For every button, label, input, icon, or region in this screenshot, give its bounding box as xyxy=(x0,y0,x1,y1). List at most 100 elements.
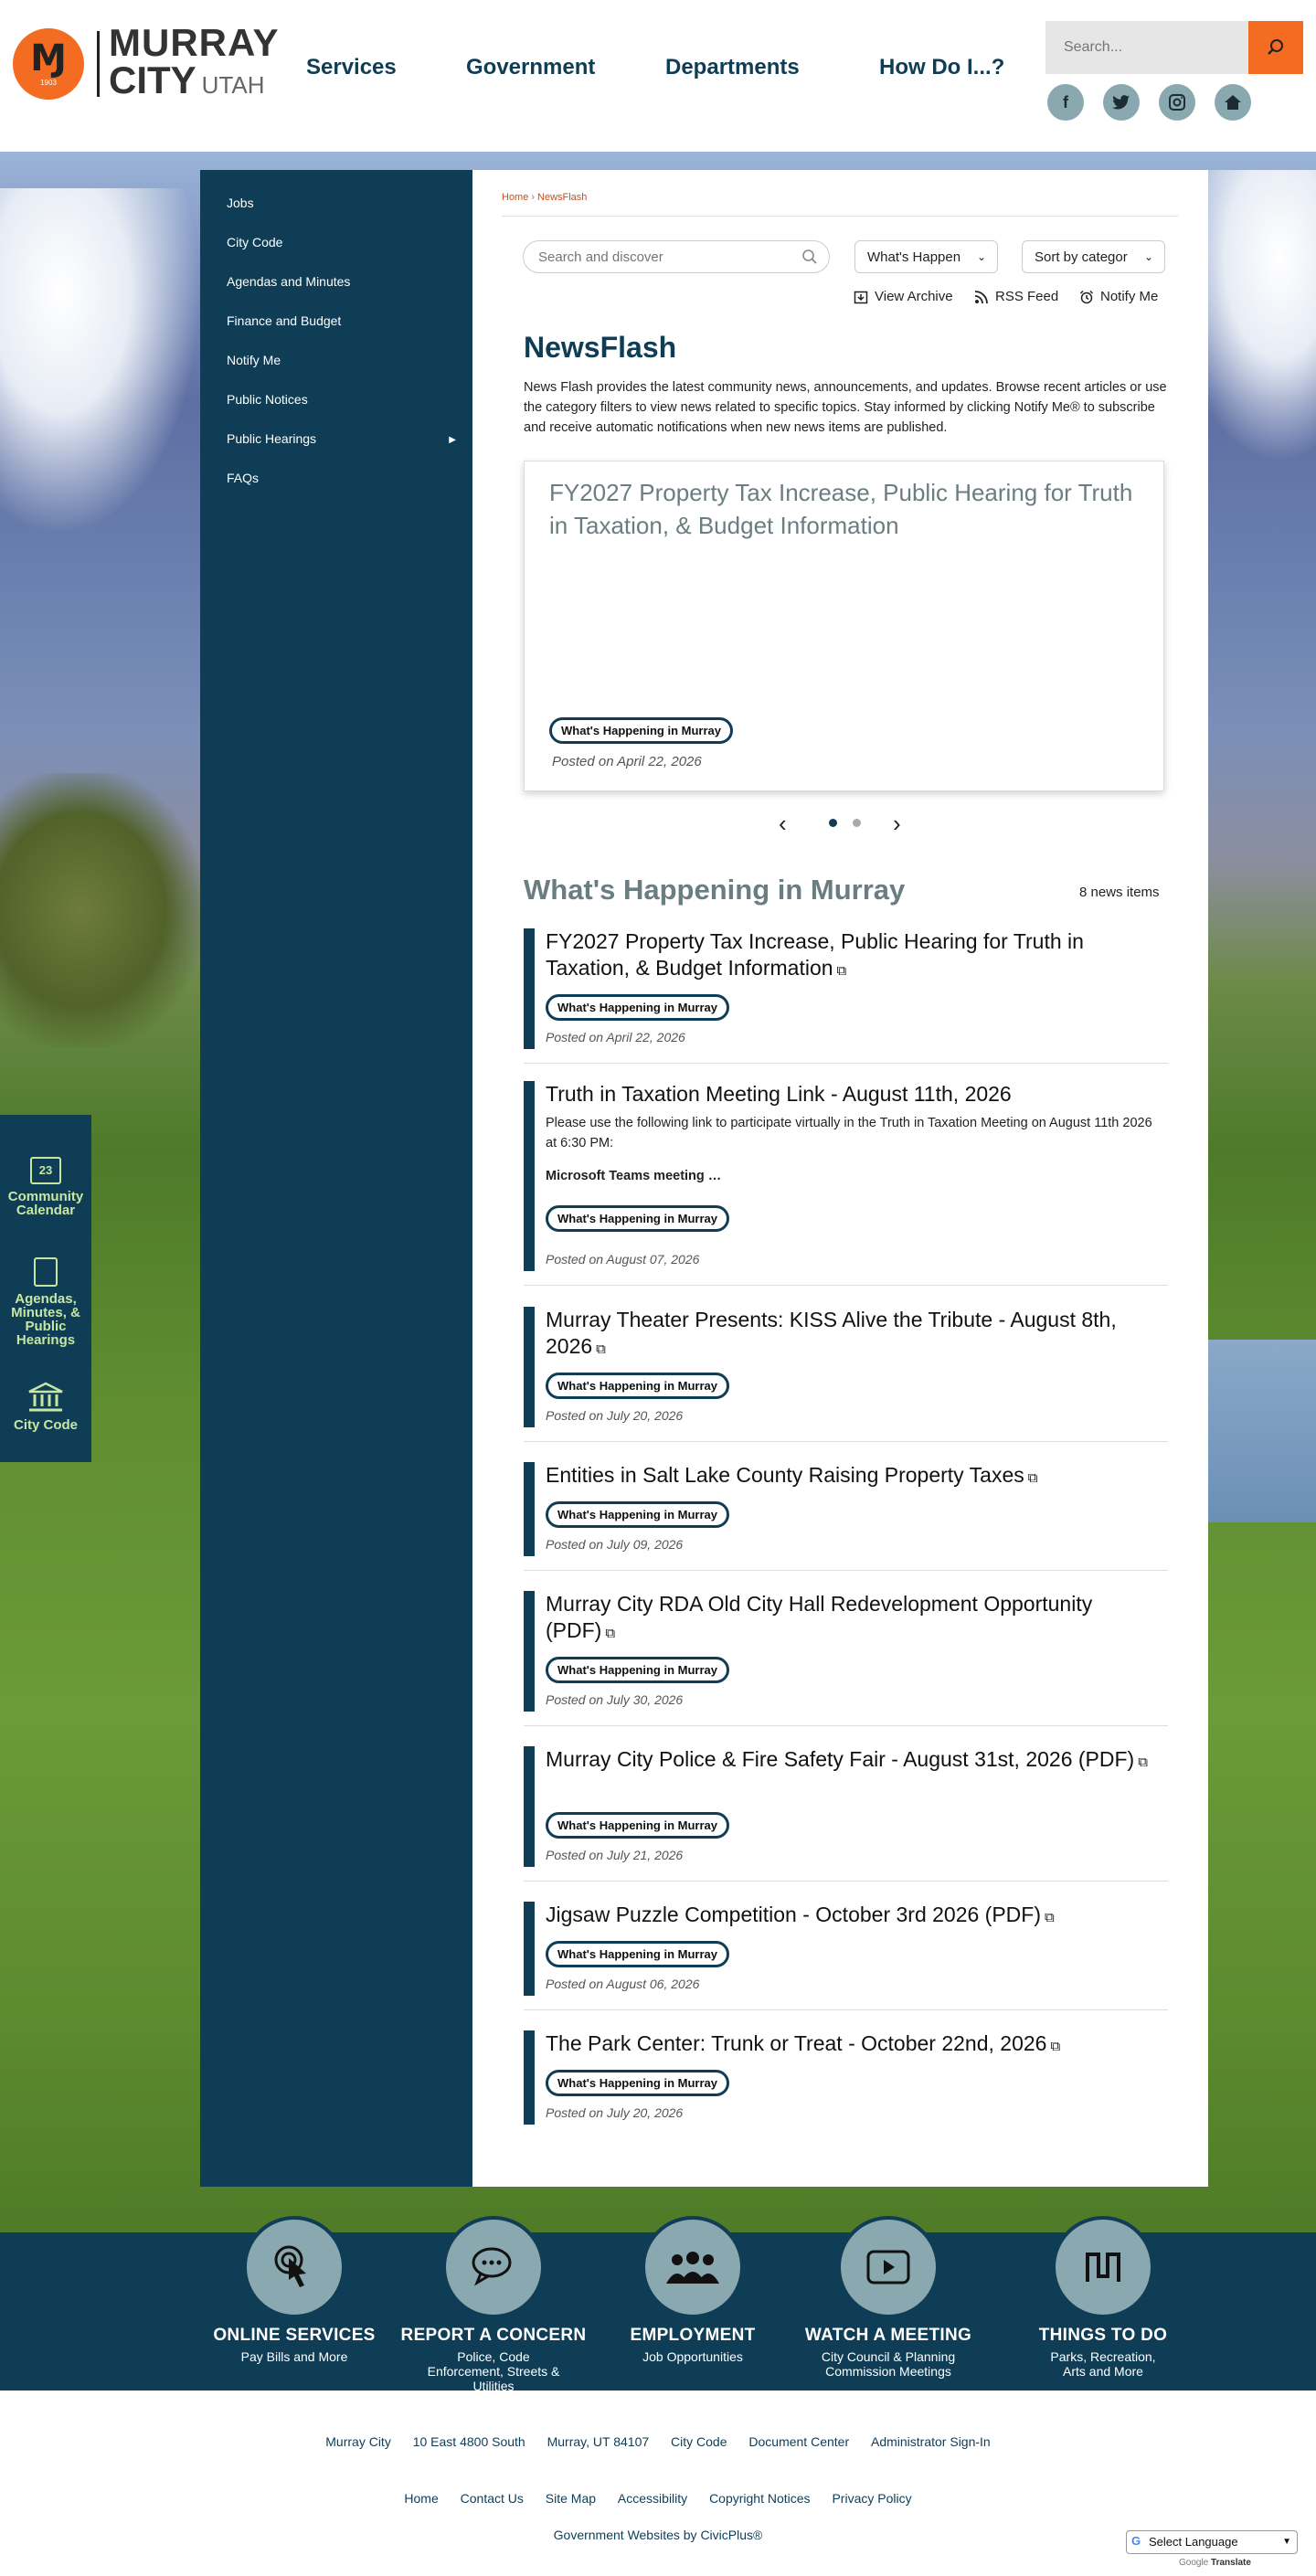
footer-links-row: Home Contact Us Site Map Accessibility C… xyxy=(0,2491,1316,2506)
feature-banner: ONLINE SERVICES Pay Bills and More REPOR… xyxy=(0,2216,1316,2393)
search-icon[interactable] xyxy=(801,249,818,265)
site-search-button[interactable] xyxy=(1248,21,1303,74)
category-badge[interactable]: What's Happening in Murray xyxy=(546,1501,729,1528)
quick-link-label: Agendas, Minutes, & Public Hearings xyxy=(11,1291,80,1348)
view-archive-link[interactable]: View Archive xyxy=(854,289,953,304)
footer-link-contact[interactable]: Contact Us xyxy=(461,2491,524,2506)
news-item-summary: Please use the following link to partici… xyxy=(546,1116,1152,1150)
news-item-title[interactable]: Murray City RDA Old City Hall Redevelopm… xyxy=(546,1591,1158,1647)
quick-links: 23 Community Calendar Agendas, Minutes, … xyxy=(0,1115,91,1462)
news-search-input[interactable] xyxy=(524,241,789,272)
sidebar-item-label: Public Hearings xyxy=(227,431,317,446)
featured-news-card[interactable]: FY2027 Property Tax Increase, Public Hea… xyxy=(524,461,1164,791)
notify-me-link[interactable]: Notify Me xyxy=(1079,289,1158,304)
nextdoor-icon[interactable] xyxy=(1215,84,1251,121)
banner-title: REPORT A CONCERN xyxy=(400,2326,587,2345)
footer-link-admin-sign-in[interactable]: Administrator Sign-In xyxy=(871,2434,991,2449)
sidebar-item-finance[interactable]: Finance and Budget xyxy=(200,312,472,351)
category-select[interactable]: What's Happen ⌄ xyxy=(854,240,998,273)
news-item-title[interactable]: Jigsaw Puzzle Competition - October 3rd … xyxy=(546,1902,1158,1931)
category-badge[interactable]: What's Happening in Murray xyxy=(546,1812,729,1839)
sidebar-item-public-hearings[interactable]: Public Hearings ▶ xyxy=(200,429,472,469)
footer-street: 10 East 4800 South xyxy=(412,2434,525,2449)
sidebar-item-agendas[interactable]: Agendas and Minutes xyxy=(200,272,472,312)
quick-link-label: City Code xyxy=(13,1417,78,1433)
footer-link-document-center[interactable]: Document Center xyxy=(748,2434,849,2449)
news-item-accent xyxy=(524,1746,535,1867)
sort-select-value: Sort by categor xyxy=(1035,249,1128,265)
news-item-accent xyxy=(524,1462,535,1556)
banner-title: EMPLOYMENT xyxy=(630,2326,756,2345)
category-badge[interactable]: What's Happening in Murray xyxy=(546,1657,729,1683)
sidebar-item-label: City Code xyxy=(227,235,283,249)
view-archive-label: View Archive xyxy=(875,289,953,304)
sidebar-item-faqs[interactable]: FAQs xyxy=(200,469,472,508)
submenu-arrow-icon[interactable]: ▶ xyxy=(449,431,456,450)
quick-link-city-code[interactable]: City Code xyxy=(0,1382,91,1432)
news-item-title[interactable]: FY2027 Property Tax Increase, Public Hea… xyxy=(546,928,1158,984)
footer-link-accessibility[interactable]: Accessibility xyxy=(618,2491,687,2506)
footer-link-privacy[interactable]: Privacy Policy xyxy=(832,2491,911,2506)
breadcrumb-current[interactable]: NewsFlash xyxy=(537,192,587,203)
news-item-title[interactable]: Murray Theater Presents: KISS Alive the … xyxy=(546,1307,1158,1362)
footer-link-home[interactable]: Home xyxy=(404,2491,438,2506)
divider xyxy=(524,1063,1168,1064)
chevron-left-icon[interactable]: ‹ xyxy=(779,810,787,838)
category-badge[interactable]: What's Happening in Murray xyxy=(546,2070,729,2096)
sidebar-item-notify-me[interactable]: Notify Me xyxy=(200,351,472,390)
rss-feed-link[interactable]: RSS Feed xyxy=(974,289,1058,304)
breadcrumb-separator: › xyxy=(531,192,536,203)
banner-things-to-do[interactable]: THINGS TO DO Parks, Recreation, Arts and… xyxy=(993,2216,1213,2379)
featured-news-title[interactable]: FY2027 Property Tax Increase, Public Hea… xyxy=(549,476,1134,542)
breadcrumb-home[interactable]: Home xyxy=(502,192,528,203)
news-item-accent xyxy=(524,928,535,1049)
news-item: Truth in Taxation Meeting Link - August … xyxy=(524,1081,1168,1286)
news-item-title[interactable]: Truth in Taxation Meeting Link - August … xyxy=(546,1081,1158,1108)
sidebar-item-jobs[interactable]: Jobs xyxy=(200,194,472,233)
logo-state: UTAH xyxy=(201,71,265,99)
chevron-down-icon: ⌄ xyxy=(1143,250,1153,263)
news-item-title[interactable]: The Park Center: Trunk or Treat - Octobe… xyxy=(546,2030,1158,2060)
twitter-icon[interactable] xyxy=(1103,84,1140,121)
banner-watch-meeting[interactable]: WATCH A MEETING City Council & Planning … xyxy=(779,2216,998,2379)
banner-subtitle: Parks, Recreation, Arts and More xyxy=(1050,2349,1156,2379)
logo-divider xyxy=(97,30,100,97)
footer-address-row: Murray City 10 East 4800 South Murray, U… xyxy=(0,2434,1316,2449)
news-item-date: Posted on July 09, 2026 xyxy=(546,1537,684,1552)
category-badge[interactable]: What's Happening in Murray xyxy=(549,717,733,744)
footer-credit[interactable]: Government Websites by CivicPlus® xyxy=(0,2528,1316,2542)
sort-select[interactable]: Sort by categor ⌄ xyxy=(1022,240,1165,273)
carousel-dot[interactable] xyxy=(853,819,861,827)
facebook-icon[interactable]: f xyxy=(1047,84,1084,121)
category-badge[interactable]: What's Happening in Murray xyxy=(546,994,729,1021)
banner-online-services[interactable]: ONLINE SERVICES Pay Bills and More xyxy=(185,2216,404,2364)
banner-report-concern[interactable]: REPORT A CONCERN Police, Code Enforcemen… xyxy=(384,2216,603,2393)
footer-link-sitemap[interactable]: Site Map xyxy=(546,2491,596,2506)
nav-services[interactable]: Services xyxy=(306,55,452,80)
nav-departments[interactable]: Departments xyxy=(665,55,848,80)
powered-by-translate[interactable]: Google Translate xyxy=(1179,2558,1251,2568)
news-item: Murray Theater Presents: KISS Alive the … xyxy=(524,1307,1168,1442)
sidebar-item-city-code[interactable]: City Code xyxy=(200,233,472,272)
category-badge[interactable]: What's Happening in Murray xyxy=(546,1941,729,1967)
quick-link-agendas[interactable]: Agendas, Minutes, & Public Hearings xyxy=(0,1257,91,1347)
quick-link-calendar[interactable]: 23 Community Calendar xyxy=(0,1157,91,1217)
language-select[interactable]: G Select Language ▼ xyxy=(1126,2530,1298,2554)
instagram-icon[interactable] xyxy=(1159,84,1195,121)
carousel-dot-active[interactable] xyxy=(829,819,837,827)
nav-government[interactable]: Government xyxy=(466,55,631,80)
category-badge[interactable]: What's Happening in Murray xyxy=(546,1373,729,1399)
banner-employment[interactable]: EMPLOYMENT Job Opportunities xyxy=(583,2216,802,2364)
site-logo[interactable]: Ɱ 1903 MURRAY CITY UTAH xyxy=(13,24,279,103)
banner-title: WATCH A MEETING xyxy=(804,2326,972,2345)
site-search-input[interactable] xyxy=(1045,21,1219,74)
news-count: 8 news items xyxy=(1079,885,1160,900)
news-item-title[interactable]: Murray City Police & Fire Safety Fair - … xyxy=(546,1746,1158,1776)
footer-link-copyright[interactable]: Copyright Notices xyxy=(709,2491,811,2506)
sidebar-item-public-notices[interactable]: Public Notices xyxy=(200,390,472,429)
nav-how-do-i[interactable]: How Do I...? xyxy=(879,55,1062,80)
category-badge[interactable]: What's Happening in Murray xyxy=(546,1205,729,1232)
footer-link-city-code[interactable]: City Code xyxy=(671,2434,727,2449)
news-item-title[interactable]: Entities in Salt Lake County Raising Pro… xyxy=(546,1462,1158,1491)
chevron-right-icon[interactable]: › xyxy=(893,810,901,838)
